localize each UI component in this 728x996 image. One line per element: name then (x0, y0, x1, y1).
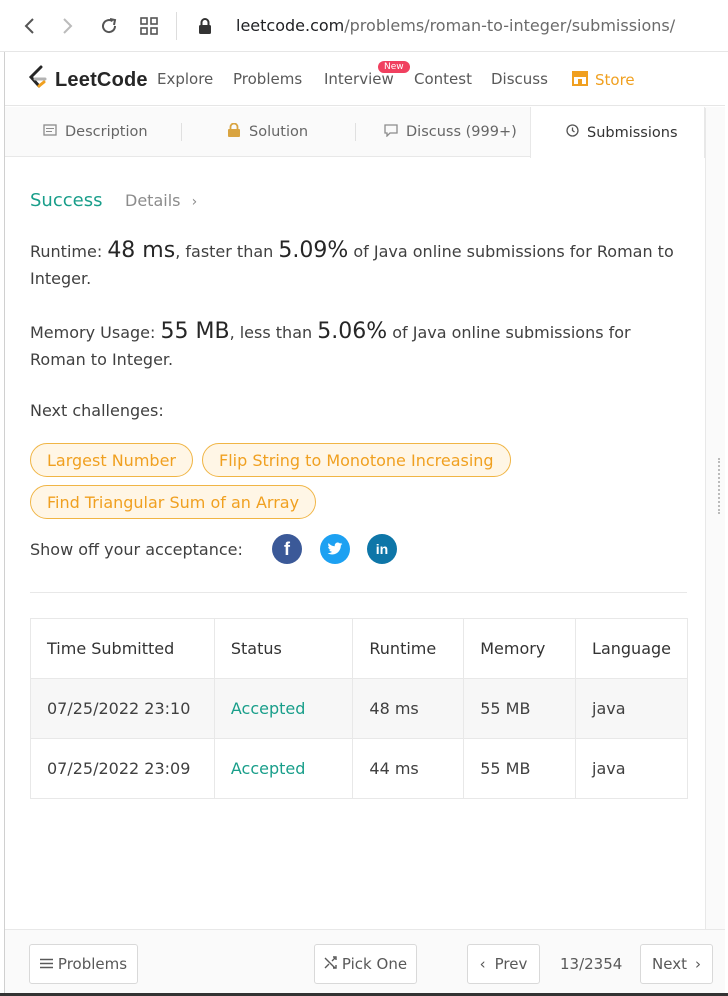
problem-footer: Problems Pick One ‹ Prev 13/2354 Next › (5, 929, 725, 996)
pick-one-label: Pick One (341, 955, 408, 973)
cell-memory: 55 MB (463, 678, 577, 739)
tab-discuss-label: Discuss (999+) (406, 124, 517, 140)
nav-explore[interactable]: Explore (157, 70, 213, 88)
tab-solution[interactable]: Solution (227, 107, 308, 157)
tab-submissions[interactable]: Submissions (530, 107, 705, 158)
col-runtime[interactable]: Runtime (352, 618, 465, 679)
tab-divider (355, 123, 356, 141)
col-memory[interactable]: Memory (463, 618, 577, 679)
leetcode-logo[interactable]: LeetCode (27, 65, 148, 95)
forward-icon[interactable] (56, 14, 80, 38)
memory-value: 55 MB (160, 319, 230, 344)
tab-description[interactable]: Description (43, 107, 148, 157)
nav-discuss[interactable]: Discuss (491, 70, 548, 88)
twitter-icon[interactable] (320, 534, 350, 564)
tab-submissions-label: Submissions (587, 124, 678, 141)
tab-discuss[interactable]: Discuss (999+) (384, 107, 517, 157)
panel-splitter[interactable] (705, 108, 725, 930)
logo-text: LeetCode (55, 68, 148, 91)
details-label: Details (125, 191, 181, 210)
tab-solution-label: Solution (249, 124, 309, 140)
cell-runtime: 44 ms (352, 738, 465, 799)
store-icon (571, 70, 589, 90)
apps-grid-icon[interactable] (137, 14, 161, 38)
next-button[interactable]: Next › (640, 944, 713, 984)
details-link[interactable]: Details › (125, 191, 197, 210)
clock-icon (566, 124, 579, 141)
challenge-chip[interactable]: Find Triangular Sum of an Array (30, 485, 317, 519)
challenge-chip[interactable]: Flip String to Monotone Increasing (202, 443, 511, 477)
prev-button[interactable]: ‹ Prev (467, 944, 540, 984)
store-label: Store (595, 71, 635, 89)
chevron-right-icon: › (191, 194, 198, 210)
col-status[interactable]: Status (213, 618, 354, 679)
cell-time: 07/25/2022 23:09 (30, 738, 215, 799)
section-divider (30, 592, 687, 593)
shuffle-icon (324, 955, 337, 973)
chevron-right-icon: › (694, 955, 701, 973)
next-label: Next (652, 955, 687, 973)
nav-contest[interactable]: Contest (414, 70, 472, 88)
page-counter: 13/2354 (560, 955, 623, 973)
problems-button[interactable]: Problems (29, 944, 138, 984)
problem-tabs: Description Solution Discuss (999+) Subm… (5, 107, 725, 158)
memory-percent: 5.06% (317, 319, 388, 344)
problems-button-label: Problems (57, 955, 128, 973)
list-icon (39, 955, 53, 973)
share-label: Show off your acceptance: (30, 540, 243, 559)
leetcode-page: LeetCode Explore Problems Interview New … (4, 52, 728, 996)
challenge-chip[interactable]: Largest Number (30, 443, 193, 477)
comment-icon (384, 123, 398, 141)
table-row[interactable]: 07/25/2022 23:09 Accepted 44 ms 55 MB ja… (30, 738, 688, 799)
back-icon[interactable] (17, 14, 41, 38)
drag-handle-icon[interactable] (718, 458, 720, 514)
url-path: /problems/roman-to-integer/submissions/ (344, 16, 676, 35)
browser-toolbar: leetcode.com/problems/roman-to-integer/s… (0, 0, 728, 52)
memory-stat: Memory Usage: 55 MB, less than 5.06% of … (30, 318, 690, 373)
description-icon (43, 124, 57, 140)
prev-label: Prev (494, 955, 528, 973)
next-challenges-label: Next challenges: (30, 401, 164, 420)
facebook-icon[interactable]: f (272, 534, 302, 564)
new-badge: New (378, 61, 410, 73)
submissions-table: Time Submitted Status Runtime Memory Lan… (30, 618, 688, 799)
lock-icon[interactable] (193, 14, 217, 38)
cell-language: java (575, 678, 688, 739)
submission-status: Success (30, 190, 103, 211)
nav-store[interactable]: Store (571, 70, 635, 90)
memory-prefix: Memory Usage: (30, 323, 156, 342)
linkedin-icon[interactable]: in (367, 534, 397, 564)
runtime-percent: 5.09% (278, 238, 349, 263)
cell-time: 07/25/2022 23:10 (30, 678, 215, 739)
cell-language: java (575, 738, 688, 799)
nav-problems[interactable]: Problems (233, 70, 302, 88)
lock-icon (227, 122, 241, 142)
url-host: leetcode.com (236, 16, 345, 35)
runtime-value: 48 ms (107, 238, 176, 263)
cell-memory: 55 MB (463, 738, 577, 799)
pick-one-button[interactable]: Pick One (314, 944, 417, 984)
chevron-left-icon: ‹ (479, 955, 486, 973)
runtime-mid: , faster than (175, 242, 274, 261)
address-bar[interactable]: leetcode.com/problems/roman-to-integer/s… (236, 16, 675, 35)
col-time-submitted[interactable]: Time Submitted (30, 618, 215, 679)
memory-mid: , less than (229, 323, 313, 342)
table-header-row: Time Submitted Status Runtime Memory Lan… (30, 618, 688, 679)
toolbar-divider (176, 12, 177, 40)
table-row[interactable]: 07/25/2022 23:10 Accepted 48 ms 55 MB ja… (30, 678, 688, 739)
leetcode-logo-icon (27, 65, 49, 95)
tab-description-label: Description (65, 124, 148, 140)
runtime-prefix: Runtime: (30, 242, 103, 261)
leetcode-navbar: LeetCode Explore Problems Interview New … (5, 52, 725, 106)
cell-status-link[interactable]: Accepted (213, 738, 354, 799)
col-language[interactable]: Language (575, 618, 688, 679)
tab-divider (181, 123, 182, 141)
reload-icon[interactable] (97, 14, 121, 38)
runtime-stat: Runtime: 48 ms, faster than 5.09% of Jav… (30, 237, 690, 292)
cell-status-link[interactable]: Accepted (213, 678, 354, 739)
cell-runtime: 48 ms (352, 678, 465, 739)
